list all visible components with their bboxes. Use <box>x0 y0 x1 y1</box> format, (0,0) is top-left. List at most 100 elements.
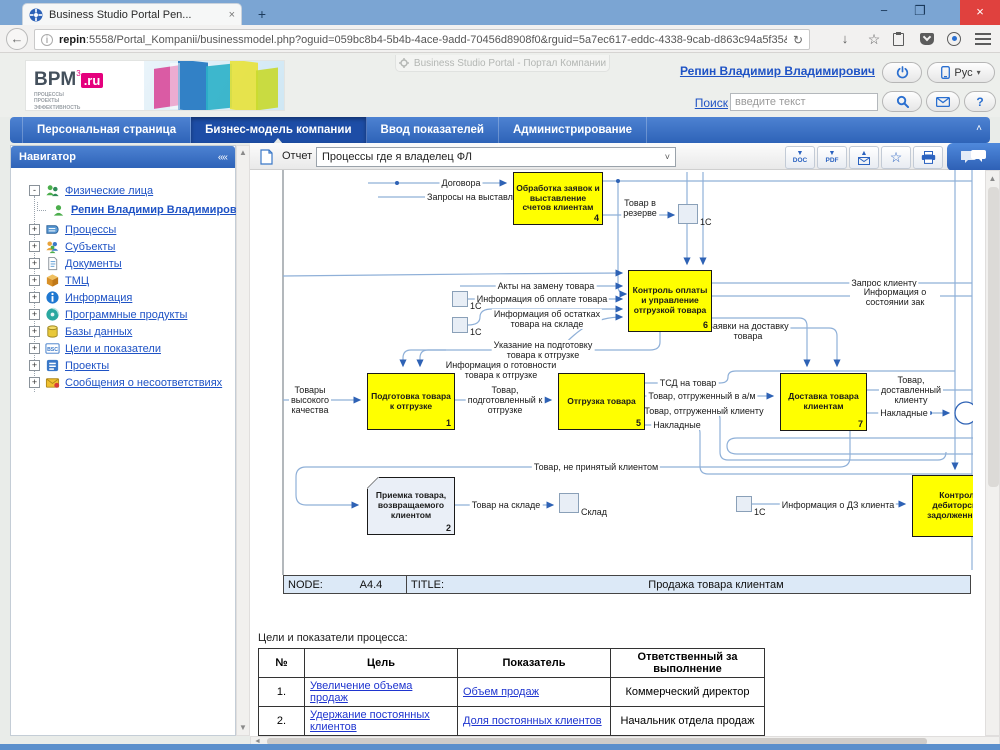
message-icon <box>45 375 60 390</box>
process-box-1[interactable]: Подготовка товара к отгрузке1 <box>367 373 455 430</box>
minimize-button[interactable]: − <box>870 0 898 24</box>
expander-plus-icon[interactable]: + <box>29 360 40 371</box>
content-gap <box>973 170 985 736</box>
download-icon[interactable]: ↓ <box>835 31 855 48</box>
user-profile-link[interactable]: Репин Владимир Владимирович <box>680 64 875 78</box>
tree-item-goals-indicators[interactable]: + BSC Цели и показатели <box>11 340 235 357</box>
tree-item-tmc[interactable]: + ТМЦ <box>11 272 235 289</box>
expander-plus-icon[interactable]: + <box>29 377 40 388</box>
expander-minus-icon[interactable]: - <box>29 185 40 196</box>
expander-plus-icon[interactable]: + <box>29 258 40 269</box>
mobile-icon <box>941 66 950 79</box>
tree-item-processes[interactable]: + Процессы <box>11 221 235 238</box>
print-button[interactable] <box>913 146 943 169</box>
flow-label: Товар, не принятый клиентом <box>532 462 660 472</box>
settings-icon[interactable] <box>947 32 961 46</box>
help-button[interactable]: ? <box>964 91 996 112</box>
node-label: NODE: <box>284 579 336 591</box>
back-button[interactable]: ← <box>6 28 28 50</box>
tab-close-icon[interactable]: × <box>229 9 235 21</box>
expander-plus-icon[interactable]: + <box>29 241 40 252</box>
process-box-4[interactable]: Обработка заявок и выставление счетов кл… <box>513 172 603 225</box>
nav-chevron-up-icon[interactable]: ˄ <box>976 123 982 134</box>
mail-button[interactable] <box>926 91 960 112</box>
export-pdf-button[interactable]: ▼ PDF <box>817 146 847 169</box>
url-field[interactable]: i repin:5558/Portal_Kompanii/businessmod… <box>34 29 810 50</box>
bookmark-star-icon[interactable]: ☆ <box>864 31 884 48</box>
search-link[interactable]: Поиск <box>695 96 728 110</box>
new-tab-button[interactable]: + <box>250 6 274 23</box>
connector-box-1c <box>736 496 752 512</box>
clipboard-icon[interactable] <box>893 33 904 46</box>
node-value: A4.4 <box>336 579 406 591</box>
goal-link[interactable]: Удержание постоянных клиентов <box>310 709 430 733</box>
site-info-icon[interactable]: i <box>41 34 53 46</box>
flow-label: Накладные <box>878 408 930 418</box>
search-button[interactable] <box>882 91 922 112</box>
sidebar-scrollbar[interactable]: ▲ ▼ <box>236 145 250 736</box>
scroll-down-icon[interactable]: ▼ <box>237 722 249 734</box>
tree-item-documents[interactable]: + Документы <box>11 255 235 272</box>
favicon-icon <box>29 8 43 22</box>
process-box-7[interactable]: Доставка товара клиентам7 <box>780 373 867 431</box>
nav-administration[interactable]: Администрирование <box>499 117 647 143</box>
database-icon <box>45 324 60 339</box>
scroll-up-icon[interactable]: ▲ <box>237 147 249 159</box>
expander-plus-icon[interactable]: + <box>29 343 40 354</box>
navigator-header: Навигатор «« <box>11 146 235 168</box>
tree-item-nonconformities[interactable]: + Сообщения о несоответствиях <box>11 374 235 391</box>
goal-link[interactable]: Увеличение объема продаж <box>310 680 412 704</box>
flow-label: Информация о ДЗ клиента <box>780 500 896 510</box>
portal-page-title: Business Studio Portal - Портал Компании <box>414 58 606 69</box>
indicator-link[interactable]: Доля постоянных клиентов <box>463 715 602 727</box>
send-mail-button[interactable]: ▲ <box>849 146 879 169</box>
export-doc-button[interactable]: ▼ DOC <box>785 146 815 169</box>
expander-plus-icon[interactable]: + <box>29 275 40 286</box>
tree-item-individuals[interactable]: - Физические лица <box>11 182 235 199</box>
diagram-viewport[interactable]: Договора Запросы на выставление счетов Т… <box>250 170 985 736</box>
restore-button[interactable]: ❐ <box>906 0 934 24</box>
collapse-panel-icon[interactable]: «« <box>218 152 227 163</box>
browser-tab[interactable]: Business Studio Portal Pen... × <box>22 3 242 25</box>
tree-item-information[interactable]: + Информация <box>11 289 235 306</box>
flow-label: Договора <box>440 178 483 188</box>
expander-plus-icon[interactable]: + <box>29 224 40 235</box>
expander-plus-icon[interactable]: + <box>29 309 40 320</box>
language-value: Рус <box>954 67 972 79</box>
tree-item-projects[interactable]: + Проекты <box>11 357 235 374</box>
connector-tag: 1С <box>470 301 482 311</box>
scroll-up-icon[interactable]: ▲ <box>986 173 999 185</box>
goals-row: 2. Удержание постоянных клиентов Доля по… <box>259 707 765 736</box>
indicator-link[interactable]: Объем продаж <box>463 686 539 698</box>
nav-personal-page[interactable]: Персональная страница <box>22 117 191 143</box>
url-host: repin <box>59 34 86 46</box>
vscroll-thumb[interactable] <box>988 187 999 487</box>
report-select[interactable]: Процессы где я владелец ФЛ ˅ <box>316 147 676 167</box>
search-input[interactable] <box>730 93 878 111</box>
logout-button[interactable] <box>882 62 922 83</box>
connector-box-1c <box>678 204 698 224</box>
tree-item-repin[interactable]: Репин Владимир Владимирович <box>11 199 235 221</box>
tree-item-subjects[interactable]: + Субъекты <box>11 238 235 255</box>
content-vscrollbar[interactable]: ▲ <box>985 170 1000 736</box>
expander-plus-icon[interactable]: + <box>29 292 40 303</box>
process-box-6[interactable]: Контроль оплаты и управление отгрузкой т… <box>628 270 712 332</box>
menu-icon[interactable] <box>975 33 991 45</box>
connector-box-1c <box>452 291 468 307</box>
process-box-5[interactable]: Отгрузка товара5 <box>558 373 645 430</box>
report-label: Отчет <box>282 150 312 162</box>
pocket-icon[interactable] <box>920 33 934 45</box>
tree-item-databases[interactable]: + Базы данных <box>11 323 235 340</box>
close-button[interactable]: × <box>960 0 1000 25</box>
language-selector[interactable]: Рус ▾ <box>927 62 995 83</box>
tree-item-software[interactable]: + Программные продукты <box>11 306 235 323</box>
process-box-2[interactable]: Приемка товара, возвращаемого клиентом2 <box>367 477 455 535</box>
reload-icon[interactable]: ↻ <box>793 33 803 47</box>
comments-button[interactable] <box>947 143 1000 171</box>
mail-icon <box>858 157 870 165</box>
titlebar: Business Studio Portal Pen... × + − ❐ × <box>0 0 1000 25</box>
nav-indicators-input[interactable]: Ввод показателей <box>367 117 499 143</box>
favorite-button[interactable]: ☆ <box>881 146 911 169</box>
expander-plus-icon[interactable]: + <box>29 326 40 337</box>
nav-business-model[interactable]: Бизнес-модель компании <box>191 117 366 143</box>
